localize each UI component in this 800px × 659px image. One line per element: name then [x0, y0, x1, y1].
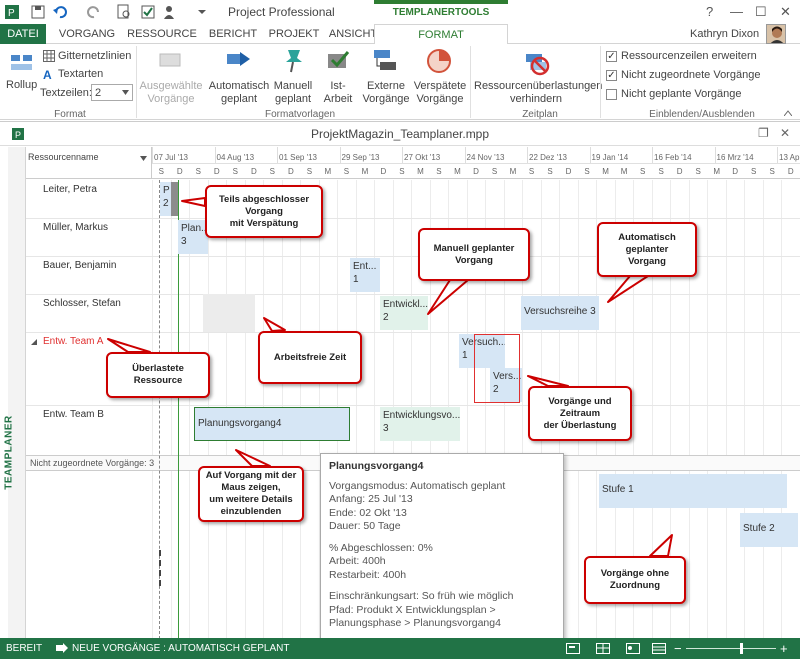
tooltip-path: Pfad: Produkt X Entwicklungsplan > Planu…: [329, 603, 501, 630]
callout-pointer: [607, 275, 649, 303]
tooltip-mode: Vorgangsmodus: Automatisch geplant: [329, 479, 506, 492]
callout-unassigned-tasks: Vorgänge ohne Zuordnung: [584, 556, 686, 604]
zoom-out-button[interactable]: −: [674, 638, 682, 659]
tooltip-constraint: Einschränkungsart: So früh wie möglich: [329, 590, 514, 602]
tooltip-gap: [329, 582, 555, 590]
zoom-slider-track[interactable]: [686, 648, 776, 649]
callout-pointer: [427, 279, 469, 315]
callout-pointer: [107, 338, 151, 353]
callout-overallocated-resource: Überlastete Ressource: [106, 352, 210, 398]
tooltip-duration: Dauer: 50 Tage: [329, 520, 401, 532]
callout-pointer: [181, 197, 206, 207]
zoom-in-button[interactable]: +: [780, 638, 788, 659]
callout-pointer: [235, 449, 271, 467]
task-tooltip: Planungsvorgang4 Vorgangsmodus: Automati…: [320, 453, 564, 659]
callout-manual-task: Manuell geplanter Vorgang: [418, 228, 530, 281]
callout-auto-task: Automatisch geplanter Vorgang: [597, 222, 697, 277]
tooltip-complete: % Abgeschlossen: 0%: [329, 541, 433, 554]
project-app: P Project Professional TEMPLANERTOOLS ? …: [0, 0, 800, 659]
tooltip-gap: [329, 534, 555, 542]
tooltip-end: Ende: 02 Okt '13: [329, 506, 407, 519]
callout-pointer: [649, 534, 673, 557]
callout-hover-details: Auf Vorgang mit der Maus zeigen, um weit…: [198, 466, 304, 522]
new-task-mode-icon: [56, 643, 68, 653]
tooltip-title: Planungsvorgang4: [329, 460, 424, 472]
gantt-view-icon[interactable]: [566, 643, 580, 654]
callout-pointer: [527, 375, 569, 387]
tooltip-work: Arbeit: 400h: [329, 555, 386, 567]
callout-pointer: [263, 317, 286, 332]
task-usage-icon[interactable]: [596, 643, 610, 654]
tooltip-remaining: Restarbeit: 400h: [329, 568, 407, 581]
callout-nonworking-time: Arbeitsfreie Zeit: [258, 331, 362, 384]
resource-sheet-icon[interactable]: [652, 643, 666, 654]
status-ready: BEREIT: [6, 643, 43, 654]
team-planner-view-icon[interactable]: [626, 643, 640, 654]
status-new-tasks[interactable]: NEUE VORGÄNGE : AUTOMATISCH GEPLANT: [72, 638, 289, 659]
tooltip-start: Anfang: 25 Jul '13: [329, 493, 413, 505]
callout-overallocation-period: Vorgänge und Zeitraum der Überlastung: [528, 386, 632, 441]
zoom-slider-thumb[interactable]: [740, 643, 743, 654]
callout-late-task: Teils abgeschlosser Vorgang mit Verspätu…: [205, 185, 323, 238]
status-bar: BEREIT NEUE VORGÄNGE : AUTOMATISCH GEPLA…: [0, 638, 800, 659]
